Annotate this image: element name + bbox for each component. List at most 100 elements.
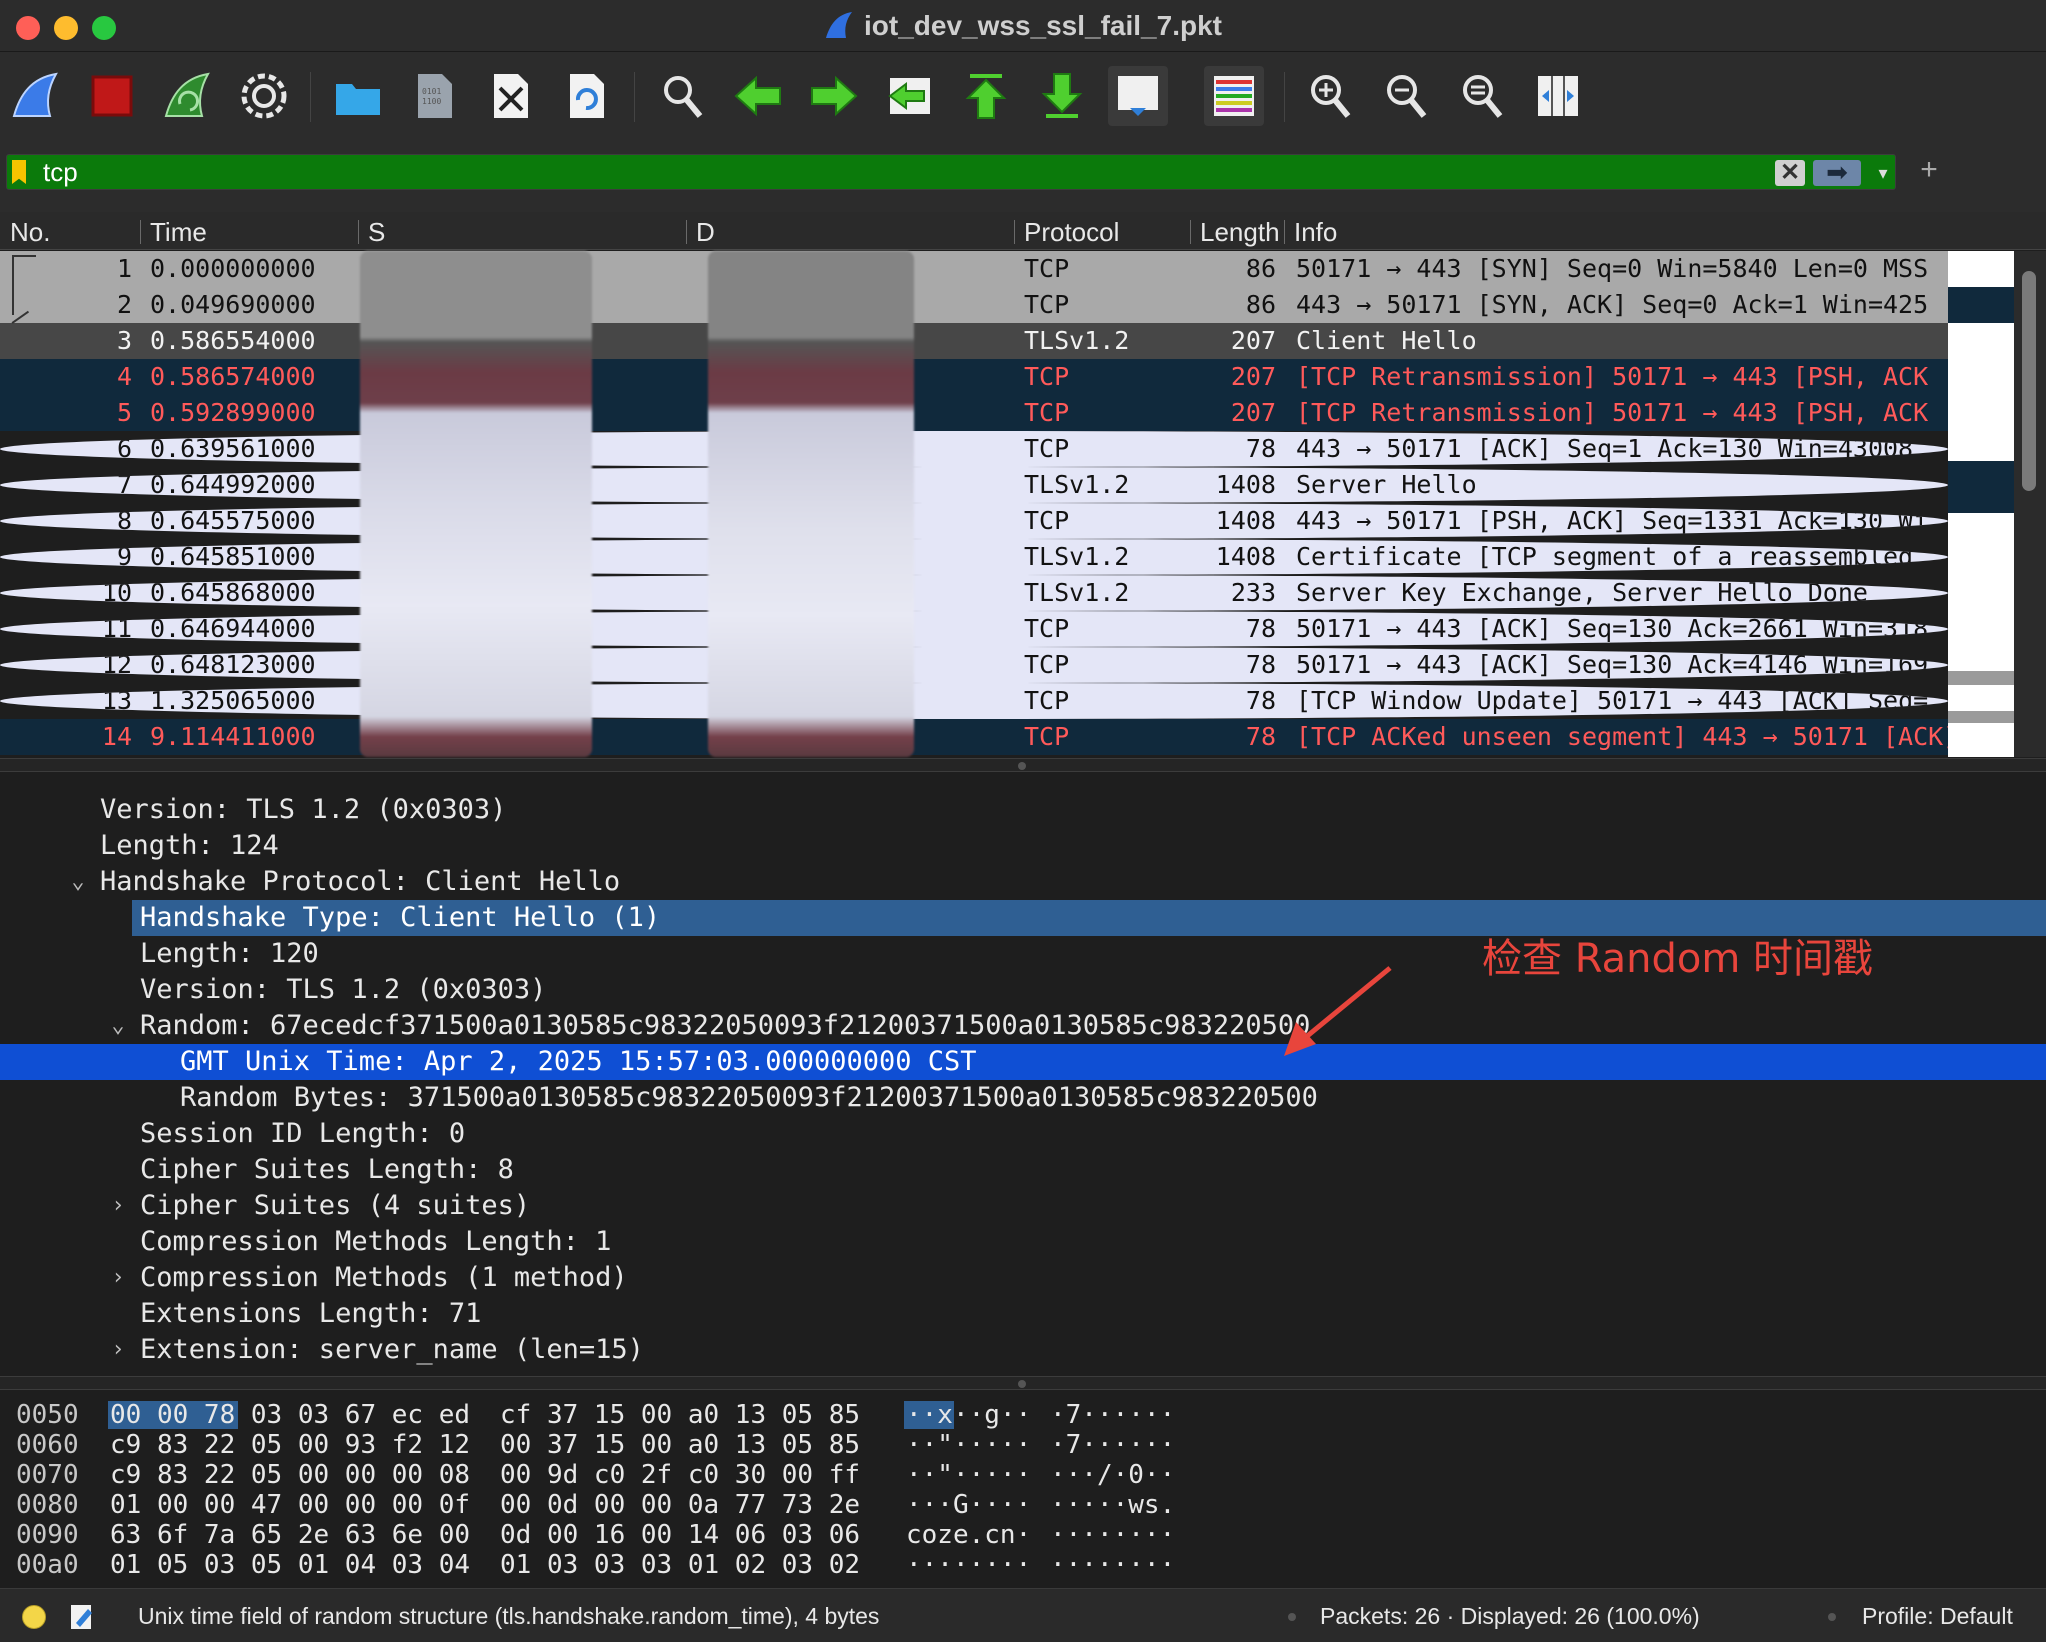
go-to-packet-button[interactable] xyxy=(880,66,940,126)
packet-row[interactable]: 1 0.000000000 TCP 86 50171 → 443 [SYN] Seq=0… xyxy=(0,251,1948,287)
packet-row[interactable]: 3 0.586554000 TLSv1.2 207 Client Hello xyxy=(0,323,1948,359)
reload-file-button[interactable] xyxy=(556,66,616,126)
resize-columns-button[interactable] xyxy=(1528,66,1588,126)
packet-row[interactable]: 5 0.592899000 TCP 207 [TCP Retransmission] 5… xyxy=(0,395,1948,431)
packet-row[interactable]: 12 0.648123000 TCP 78 50171 → 443 [ACK] Seq=… xyxy=(0,647,1948,683)
scroll-thumb[interactable] xyxy=(2022,271,2036,491)
hex-row[interactable]: 0060 c9 83 22 05 00 93 f2 12 00 37 15 00 a… xyxy=(0,1430,2046,1460)
hex-row[interactable]: 0070 c9 83 22 05 00 00 00 08 00 9d c0 2f c… xyxy=(0,1460,2046,1490)
bookmark-icon[interactable] xyxy=(12,160,26,184)
detail-tree-row[interactable]: Session ID Length: 0 xyxy=(0,1116,2046,1152)
pane-splitter[interactable] xyxy=(0,758,2046,772)
hex-row[interactable]: 0090 63 6f 7a 65 2e 63 6e 00 0d 00 16 00 1… xyxy=(0,1520,2046,1550)
save-file-button[interactable]: 0101 1100 xyxy=(404,66,464,126)
packet-info: 443 → 50171 [SYN, ACK] Seq=0 Ack=1 Win=4… xyxy=(1296,290,1929,319)
detail-tree-row[interactable]: Length: 124 xyxy=(0,828,2046,864)
detail-tree-row[interactable]: › Cipher Suites (4 suites) xyxy=(0,1188,2046,1224)
detail-tree-row[interactable]: › Extension: server_name (len=15) xyxy=(0,1332,2046,1368)
go-first-packet-button[interactable] xyxy=(956,66,1016,126)
detail-tree-row[interactable]: ⌄ Random: 67ecedcf371500a0130585c98322050… xyxy=(0,1008,2046,1044)
detail-tree-row[interactable]: Random Bytes: 371500a0130585c98322050093… xyxy=(0,1080,2046,1116)
hex-ascii: ·7······ xyxy=(1050,1400,1176,1430)
capture-comment-icon[interactable] xyxy=(70,1601,94,1631)
packet-row[interactable]: 8 0.645575000 TCP 1408 443 → 50171 [PSH, ACK… xyxy=(0,503,1948,539)
packet-row[interactable]: 9 0.645851000 TLSv1.2 1408 Certificate [TCP … xyxy=(0,539,1948,575)
packet-details-tree: Version: TLS 1.2 (0x0303) Length: 124 ⌄ Han… xyxy=(0,772,2046,1376)
add-filter-button[interactable]: + xyxy=(1914,155,1944,186)
packet-info: 443 → 50171 [ACK] Seq=1 Ack=130 Win=4300… xyxy=(1296,434,1914,463)
close-file-button[interactable] xyxy=(480,66,540,126)
packet-row[interactable]: 11 0.646944000 TCP 78 50171 → 443 [ACK] Seq=… xyxy=(0,611,1948,647)
expert-info-icon[interactable] xyxy=(22,1605,46,1629)
collapsed-arrow-icon[interactable]: › xyxy=(106,1260,130,1296)
detail-tree-row[interactable]: ⌄ Handshake Protocol: Client Hello xyxy=(0,864,2046,900)
status-profile[interactable]: Profile: Default xyxy=(1862,1603,2013,1630)
autoscroll-button[interactable] xyxy=(1108,66,1168,126)
hex-bytes: 01 03 03 03 01 02 03 02 xyxy=(500,1550,861,1580)
zoom-in-button[interactable] xyxy=(1300,66,1360,126)
window-title: iot_dev_wss_ssl_fail_7.pkt xyxy=(864,10,1222,41)
open-file-button[interactable] xyxy=(328,66,388,126)
hex-row[interactable]: 0050 00 00 78 03 03 67 ec ed cf 37 15 00 a… xyxy=(0,1400,2046,1430)
detail-tree-row[interactable]: Version: TLS 1.2 (0x0303) xyxy=(0,792,2046,828)
column-header-time[interactable]: Time xyxy=(150,217,350,247)
apply-filter-button[interactable]: ➡ xyxy=(1813,159,1861,186)
detail-tree-row[interactable]: Compression Methods Length: 1 xyxy=(0,1224,2046,1260)
detail-tree-row[interactable]: Extensions Length: 71 xyxy=(0,1296,2046,1332)
hex-row[interactable]: 00a0 01 05 03 05 01 04 03 04 01 03 03 03 0… xyxy=(0,1550,2046,1580)
column-header-source[interactable]: S xyxy=(368,217,388,247)
colorize-button[interactable] xyxy=(1204,66,1264,126)
detail-tree-row[interactable]: GMT Unix Time: Apr 2, 2025 15:57:03.0000… xyxy=(0,1044,2046,1080)
column-header-info[interactable]: Info xyxy=(1294,217,1494,247)
hex-ascii: coze.cn· xyxy=(906,1520,1032,1550)
packet-protocol: TCP xyxy=(1024,650,1070,679)
expanded-arrow-icon[interactable]: ⌄ xyxy=(106,1008,130,1044)
column-header-protocol[interactable]: Protocol xyxy=(1024,217,1184,247)
hex-row[interactable]: 0080 01 00 00 47 00 00 00 0f 00 0d 00 00 0… xyxy=(0,1490,2046,1520)
packet-no: 12 xyxy=(101,650,132,679)
go-last-packet-button[interactable] xyxy=(1032,66,1092,126)
packet-no: 4 xyxy=(116,362,132,391)
detail-tree-row[interactable]: › Compression Methods (1 method) xyxy=(0,1260,2046,1296)
packet-list-scrollbar[interactable] xyxy=(2014,251,2046,757)
packet-row[interactable]: 6 0.639561000 TCP 78 443 → 50171 [ACK] Seq=1… xyxy=(0,431,1948,467)
detail-tree-row[interactable]: Cipher Suites Length: 8 xyxy=(0,1152,2046,1188)
collapsed-arrow-icon[interactable]: › xyxy=(106,1332,130,1368)
column-header-destination[interactable]: D xyxy=(696,217,716,247)
detail-field-text: Extension: server_name (len=15) xyxy=(140,1334,644,1365)
restart-capture-button[interactable] xyxy=(158,66,218,126)
zoom-out-button[interactable] xyxy=(1376,66,1436,126)
find-packet-button[interactable] xyxy=(652,66,712,126)
stop-capture-button[interactable] xyxy=(82,66,142,126)
go-forward-button[interactable] xyxy=(804,66,864,126)
capture-options-button[interactable] xyxy=(234,66,294,126)
display-filter-input[interactable] xyxy=(43,157,1763,187)
stop-icon xyxy=(91,75,133,117)
hex-ascii: ··x··g·· xyxy=(906,1400,1032,1430)
packet-row[interactable]: 7 0.644992000 TLSv1.2 1408 Server Hello xyxy=(0,467,1948,503)
packet-row[interactable]: 14 9.114411000 TCP 78 [TCP ACKed unseen segm… xyxy=(0,719,1948,755)
packet-row[interactable]: 10 0.645868000 TLSv1.2 233 Server Key Exchan… xyxy=(0,575,1948,611)
resize-columns-icon xyxy=(1538,76,1578,116)
column-header-no[interactable]: No. xyxy=(10,217,130,247)
clear-filter-button[interactable]: ✕ xyxy=(1775,160,1805,186)
filter-history-dropdown[interactable]: ▾ xyxy=(1873,159,1893,187)
packet-minimap[interactable] xyxy=(1948,251,2014,757)
column-header-length[interactable]: Length xyxy=(1200,217,1280,247)
packet-row[interactable]: 13 1.325065000 TCP 78 [TCP Window Update] 50… xyxy=(0,683,1948,719)
packet-row[interactable]: 2 0.049690000 TCP 86 443 → 50171 [SYN, ACK] … xyxy=(0,287,1948,323)
packet-length: 78 xyxy=(1245,722,1276,751)
detail-field-text: Random: 67ecedcf371500a0130585c983220500… xyxy=(140,1010,1311,1041)
collapsed-arrow-icon[interactable]: › xyxy=(106,1188,130,1224)
zoom-normal-button[interactable] xyxy=(1452,66,1512,126)
start-capture-button[interactable] xyxy=(6,66,66,126)
go-back-button[interactable] xyxy=(728,66,788,126)
packet-row[interactable]: 4 0.586574000 TCP 207 [TCP Retransmission] 5… xyxy=(0,359,1948,395)
display-filter-bar: ✕ ➡ ▾ + xyxy=(0,150,2046,212)
column-separator xyxy=(1014,220,1015,244)
expanded-arrow-icon[interactable]: ⌄ xyxy=(66,864,90,900)
pane-splitter[interactable] xyxy=(0,1376,2046,1390)
zoom-normal-icon xyxy=(1463,75,1503,118)
